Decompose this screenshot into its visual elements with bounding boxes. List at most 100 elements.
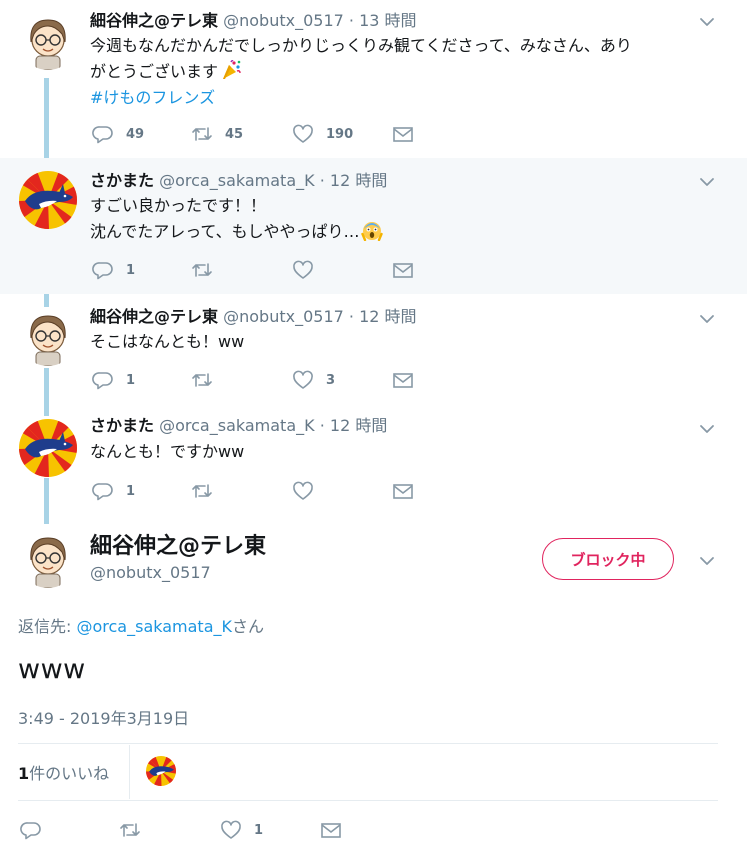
reply-to-prefix: 返信先: [18,617,77,636]
party-popper-icon [220,59,242,81]
avatar[interactable] [19,12,77,70]
divider [18,743,718,744]
reply-count: 1 [126,262,136,278]
dm-button[interactable] [392,481,414,501]
author-handle[interactable]: @nobutx_0517 [223,11,344,30]
hashtag-link[interactable]: #けものフレンズ [90,85,720,111]
tweet-actions: 1 [92,481,432,501]
tweet-4[interactable]: さかまた @orca_sakamata_K · 12 時間 なんとも！ですかww… [0,406,747,518]
retweet-button[interactable] [191,260,225,280]
tweet-header: さかまた @orca_sakamata_K · 12 時間 [90,171,387,191]
like-button[interactable]: 3 [292,370,335,390]
reply-to-mention[interactable]: @orca_sakamata_K [76,617,232,636]
tweet-text-line: がとうございます [90,59,720,85]
caret-down-icon[interactable] [697,419,717,439]
tweet-actions: 1 3 [92,370,432,390]
heart-icon [293,260,313,279]
tweet-header: 細谷伸之@テレ東 @nobutx_0517 · 12 時間 [90,307,417,327]
retweet-count: 45 [225,126,244,142]
like-button[interactable] [292,260,326,280]
heart-icon [293,124,313,143]
main-timestamp[interactable]: 3:49 - 2019年3月19日 [18,705,189,729]
heart-icon [221,820,241,839]
reply-count: 1 [126,372,136,388]
reply-button[interactable]: 1 [92,481,135,501]
author-handle[interactable]: @nobutx_0517 [223,307,344,326]
reply-icon [20,822,41,840]
separator: · [348,11,354,30]
author-name[interactable]: さかまた [90,171,154,190]
tweet-3[interactable]: 細谷伸之@テレ東 @nobutx_0517 · 12 時間 そこはなんとも！ww… [0,294,747,406]
mail-icon [393,127,413,142]
author-name[interactable]: 細谷伸之@テレ東 [90,307,218,326]
tweet-text: そこはなんとも！ww [90,329,720,355]
dm-button[interactable] [320,820,342,840]
main-tweet-text: www [18,654,86,685]
retweet-button[interactable]: 45 [191,124,243,144]
retweet-icon [192,484,212,498]
tweet-text-line: 今週もなんだかんだでしっかりじっくりみ観てくださって、みなさん、あり [90,36,632,55]
retweet-button[interactable] [119,820,153,840]
reply-icon [92,126,113,144]
mail-icon [393,484,413,499]
like-count: 1 [254,822,264,838]
tweet-time[interactable]: 12 時間 [359,307,416,326]
tweet-time[interactable]: 12 時間 [330,416,387,435]
retweet-icon [120,823,140,837]
likes-summary[interactable]: 1件のいいね [18,760,109,784]
retweet-icon [192,263,212,277]
author-name[interactable]: 細谷伸之@テレ東 [90,11,218,30]
heart-icon [293,370,313,389]
tweet-text-line: そこはなんとも！ww [90,332,245,351]
tweet-actions: 1 [92,260,432,280]
caret-down-icon[interactable] [697,551,717,571]
likes-count: 1 [18,764,30,783]
tweet-1[interactable]: 細谷伸之@テレ東 @nobutx_0517 · 13 時間 今週もなんだかんだで… [0,0,747,158]
reply-button[interactable]: 1 [92,260,135,280]
reply-button[interactable]: 1 [92,370,135,390]
like-button[interactable] [292,481,326,501]
reply-count: 1 [126,483,136,499]
retweet-button[interactable] [191,481,225,501]
tweet-time[interactable]: 13 時間 [359,11,416,30]
caret-down-icon[interactable] [697,12,717,32]
dm-button[interactable] [392,124,414,144]
heart-icon [293,481,313,500]
divider [18,800,718,801]
dm-button[interactable] [392,370,414,390]
retweet-button[interactable] [191,370,225,390]
avatar[interactable] [19,419,77,477]
caret-down-icon[interactable] [697,309,717,329]
dm-button[interactable] [392,260,414,280]
tweet-header: 細谷伸之@テレ東 @nobutx_0517 · 13 時間 [90,11,417,31]
reply-button[interactable] [20,820,54,840]
reply-to: 返信先: @orca_sakamata_Kさん [18,613,264,637]
like-button[interactable]: 190 [292,124,353,144]
like-button[interactable]: 1 [220,820,263,840]
tweet-2[interactable]: さかまた @orca_sakamata_K · 12 時間 すごい良かったです！… [0,158,747,294]
author-name[interactable]: さかまた [90,416,154,435]
mail-icon [393,263,413,278]
main-author-handle[interactable]: @nobutx_0517 [90,563,211,582]
reply-to-suffix: さん [232,617,265,636]
reply-button[interactable]: 49 [92,124,144,144]
tweet-text: 今週もなんだかんだでしっかりじっくりみ観てくださって、みなさん、あり がとうござ… [90,33,720,111]
likes-separator [129,745,130,799]
caret-down-icon[interactable] [697,172,717,192]
main-author-name[interactable]: 細谷伸之@テレ東 [90,534,266,560]
avatar[interactable] [19,171,77,229]
blocked-button[interactable]: ブロック中 [542,538,674,580]
reply-count: 49 [126,126,145,142]
tweet-text-line: なんとも！ですかww [90,442,245,461]
avatar[interactable] [19,308,77,366]
author-handle[interactable]: @orca_sakamata_K [159,171,315,190]
like-count: 190 [326,126,354,142]
reply-icon [92,483,113,501]
author-handle[interactable]: @orca_sakamata_K [159,416,315,435]
main-tweet-actions: 1 [20,820,360,840]
scream-face-icon [361,219,384,241]
tweet-time[interactable]: 12 時間 [330,171,387,190]
avatar[interactable] [19,530,77,588]
separator: · [319,416,325,435]
liker-avatar[interactable] [146,756,176,786]
